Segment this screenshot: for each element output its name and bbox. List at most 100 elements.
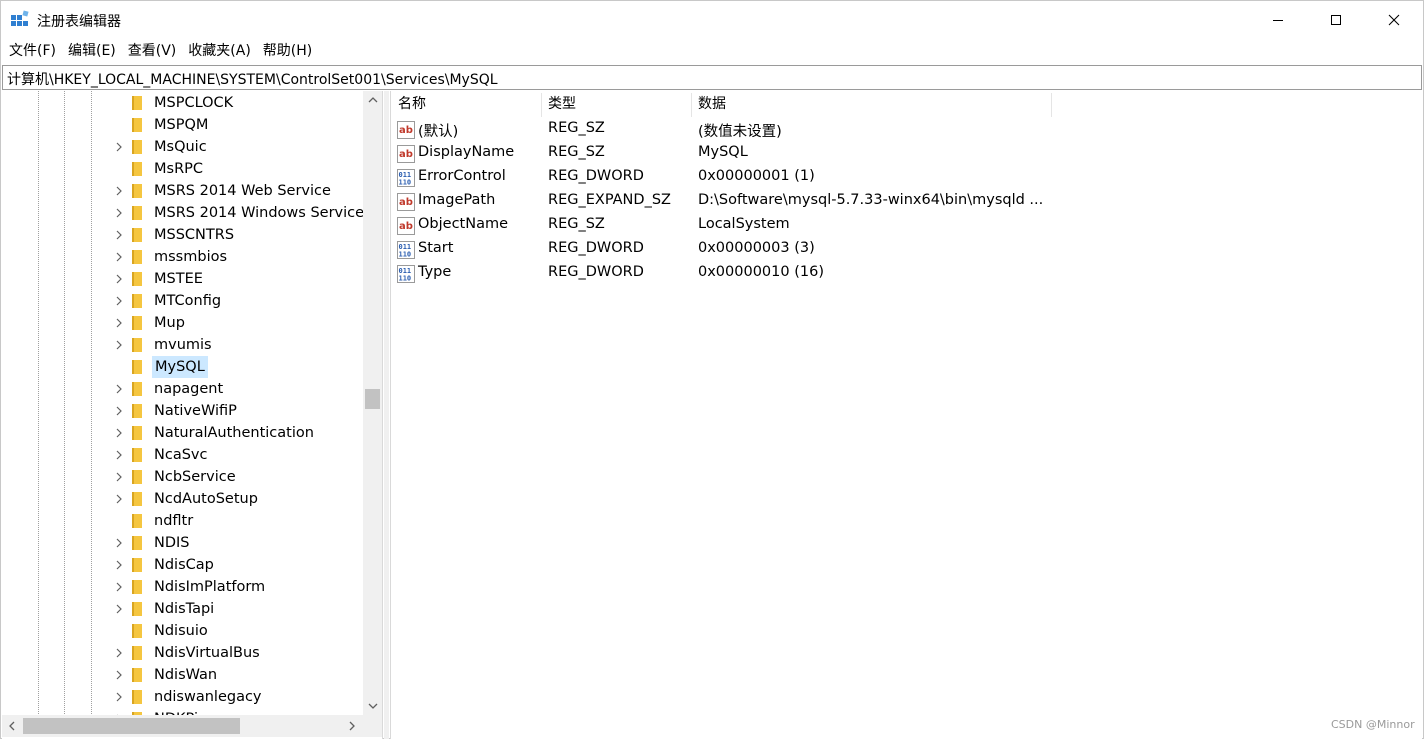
tree-item[interactable]: NdisWan <box>2 664 364 686</box>
tree-item[interactable]: MsQuic <box>2 136 364 158</box>
chevron-right-icon[interactable] <box>114 208 124 218</box>
tree-item-label: NdisWan <box>154 667 218 683</box>
minimize-button[interactable] <box>1249 1 1307 39</box>
chevron-right-icon[interactable] <box>114 252 124 262</box>
folder-icon <box>132 426 142 440</box>
chevron-right-icon <box>349 721 355 731</box>
close-button[interactable] <box>1365 1 1423 39</box>
chevron-right-icon[interactable] <box>114 142 124 152</box>
chevron-right-icon[interactable] <box>114 538 124 548</box>
tree-item[interactable]: NdisCap <box>2 554 364 576</box>
tree-item[interactable]: MSSCNTRS <box>2 224 364 246</box>
value-row[interactable]: 011 110 Start REG_DWORD 0x00000003 (3) <box>391 238 1423 262</box>
tree-item[interactable]: mssmbios <box>2 246 364 268</box>
tree-item[interactable]: MSPQM <box>2 114 364 136</box>
tree-item[interactable]: mvumis <box>2 334 364 356</box>
pane-splitter[interactable] <box>384 91 389 739</box>
tree-item-label: NcdAutoSetup <box>154 491 258 507</box>
scroll-up-button[interactable] <box>363 91 382 108</box>
tree-item[interactable]: NdisVirtualBus <box>2 642 364 664</box>
tree-item[interactable]: MSPCLOCK <box>2 92 364 114</box>
value-row[interactable]: ab ImagePath REG_EXPAND_SZ D:\Software\mysq… <box>391 190 1423 214</box>
chevron-right-icon[interactable] <box>114 648 124 658</box>
horizontal-scroll-thumb[interactable] <box>23 718 240 734</box>
chevron-right-icon[interactable] <box>114 604 124 614</box>
tree-item-label: mssmbios <box>154 249 228 265</box>
menu-help[interactable]: 帮助(H) <box>257 39 318 64</box>
column-header-type[interactable]: 类型 <box>541 91 691 117</box>
value-data: D:\Software\mysql-5.7.33-winx64\bin\mysq… <box>698 192 1044 208</box>
tree-item[interactable]: NaturalAuthentication <box>2 422 364 444</box>
tree-item[interactable]: MTConfig <box>2 290 364 312</box>
binary-value-icon: 011110 <box>397 241 415 259</box>
folder-icon <box>132 250 142 264</box>
tree-item-label: NdisTapi <box>154 601 215 617</box>
scroll-right-button[interactable] <box>342 715 362 737</box>
tree-item[interactable]: MSRS 2014 Web Service <box>2 180 364 202</box>
string-value-icon: ab <box>397 217 415 235</box>
chevron-right-icon[interactable] <box>114 384 124 394</box>
tree-item[interactable]: MSTEE <box>2 268 364 290</box>
tree-item[interactable]: MySQL <box>2 356 364 378</box>
tree-item[interactable]: ndiswanlegacy <box>2 686 364 708</box>
maximize-icon <box>1331 15 1341 25</box>
chevron-right-icon[interactable] <box>114 340 124 350</box>
chevron-right-icon[interactable] <box>114 582 124 592</box>
tree-item[interactable]: NdisImPlatform <box>2 576 364 598</box>
value-row[interactable]: 011 110 Type REG_DWORD 0x00000010 (16) <box>391 262 1423 286</box>
maximize-button[interactable] <box>1307 1 1365 39</box>
tree-item[interactable]: napagent <box>2 378 364 400</box>
tree-item[interactable]: NcbService <box>2 466 364 488</box>
chevron-right-icon[interactable] <box>114 230 124 240</box>
menu-file[interactable]: 文件(F) <box>3 39 62 64</box>
menu-edit[interactable]: 编辑(E) <box>62 39 122 64</box>
address-path[interactable]: 计算机\HKEY_LOCAL_MACHINE\SYSTEM\ControlSet… <box>7 69 498 89</box>
menu-view[interactable]: 查看(V) <box>122 39 183 64</box>
svg-text:110: 110 <box>399 275 412 283</box>
scroll-down-button[interactable] <box>363 696 382 715</box>
tree-item-label: napagent <box>154 381 224 397</box>
tree-vertical-scrollbar[interactable] <box>363 91 382 715</box>
value-row[interactable]: 011 110 ErrorControl REG_DWORD 0x00000001 (1… <box>391 166 1423 190</box>
tree-item[interactable]: NcdAutoSetup <box>2 488 364 510</box>
chevron-right-icon[interactable] <box>114 406 124 416</box>
vertical-scroll-thumb[interactable] <box>365 389 380 409</box>
scroll-left-button[interactable] <box>2 715 21 737</box>
chevron-right-icon[interactable] <box>114 450 124 460</box>
address-bar[interactable]: 计算机\HKEY_LOCAL_MACHINE\SYSTEM\ControlSet… <box>2 65 1422 90</box>
folder-icon <box>132 206 142 220</box>
column-header-data[interactable]: 数据 <box>691 91 1051 117</box>
chevron-right-icon[interactable] <box>114 296 124 306</box>
chevron-right-icon[interactable] <box>114 428 124 438</box>
tree-item[interactable]: NcaSvc <box>2 444 364 466</box>
tree-item[interactable]: NativeWifiP <box>2 400 364 422</box>
chevron-right-icon[interactable] <box>114 692 124 702</box>
tree-item[interactable]: MSRS 2014 Windows Service <box>2 202 364 224</box>
tree-item[interactable]: ndfltr <box>2 510 364 532</box>
folder-icon <box>132 514 142 528</box>
svg-text:ab: ab <box>399 221 413 232</box>
tree-item[interactable]: Mup <box>2 312 364 334</box>
tree-item[interactable]: NdisTapi <box>2 598 364 620</box>
column-separator[interactable] <box>1051 93 1052 117</box>
chevron-right-icon[interactable] <box>114 494 124 504</box>
chevron-right-icon[interactable] <box>114 318 124 328</box>
value-data: 0x00000001 (1) <box>698 168 815 184</box>
value-row[interactable]: ab DisplayName REG_SZ MySQL <box>391 142 1423 166</box>
chevron-right-icon[interactable] <box>114 186 124 196</box>
chevron-right-icon[interactable] <box>114 560 124 570</box>
chevron-right-icon[interactable] <box>114 472 124 482</box>
tree-horizontal-scrollbar[interactable] <box>2 715 363 737</box>
tree-item[interactable]: MsRPC <box>2 158 364 180</box>
value-row[interactable]: ab (默认) REG_SZ (数值未设置) <box>391 118 1423 142</box>
value-row[interactable]: ab ObjectName REG_SZ LocalSystem <box>391 214 1423 238</box>
menu-favorites[interactable]: 收藏夹(A) <box>182 39 257 64</box>
chevron-right-icon[interactable] <box>114 670 124 680</box>
tree-item-label: NdisVirtualBus <box>154 645 260 661</box>
folder-icon <box>132 536 142 550</box>
chevron-right-icon[interactable] <box>114 274 124 284</box>
tree-item[interactable]: Ndisuio <box>2 620 364 642</box>
column-header-name[interactable]: 名称 <box>391 91 541 117</box>
tree-item-label: NdisCap <box>154 557 214 573</box>
tree-item[interactable]: NDIS <box>2 532 364 554</box>
